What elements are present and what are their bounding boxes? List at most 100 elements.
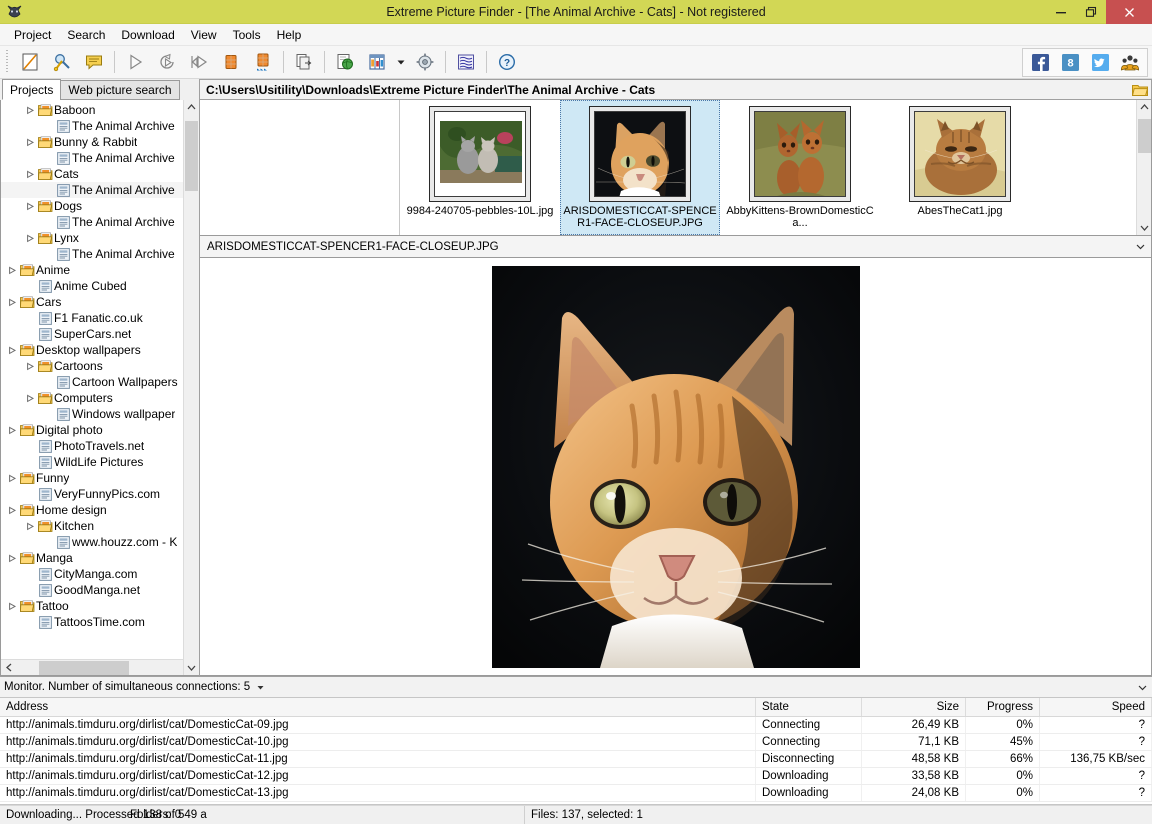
tree-hscroll-thumb[interactable] — [39, 661, 129, 675]
menu-project[interactable]: Project — [6, 25, 59, 45]
project-tree[interactable]: BaboonThe Animal ArchiveBunny & RabbitTh… — [1, 100, 198, 659]
tree-item-veryfunnypics-com[interactable]: VeryFunnyPics.com — [1, 486, 198, 502]
tree-item-computers[interactable]: Computers — [1, 390, 198, 406]
export-icon[interactable] — [288, 48, 320, 76]
menu-help[interactable]: Help — [269, 25, 310, 45]
tree-item-cars[interactable]: Cars — [1, 294, 198, 310]
tree-item-manga[interactable]: Manga — [1, 550, 198, 566]
download-row[interactable]: http://animals.timduru.org/dirlist/cat/D… — [0, 751, 1152, 768]
chevron-down-icon[interactable] — [1129, 241, 1151, 252]
tree-item-bunny-rabbit[interactable]: Bunny & Rabbit — [1, 134, 198, 150]
monitor-collapse-icon[interactable] — [1132, 682, 1152, 693]
monitor-dropdown-arrow-icon[interactable] — [250, 683, 270, 692]
download-row[interactable]: http://animals.timduru.org/dirlist/cat/D… — [0, 734, 1152, 751]
scroll-left-icon[interactable] — [1, 660, 17, 676]
tree-item-tattoo[interactable]: Tattoo — [1, 598, 198, 614]
monitor-bar[interactable]: Monitor. Number of simultaneous connecti… — [0, 676, 1152, 698]
expand-arrow-icon[interactable] — [25, 166, 36, 182]
tree-item-wildlife-pictures[interactable]: WildLife Pictures — [1, 454, 198, 470]
tree-item-phototravels-net[interactable]: PhotoTravels.net — [1, 438, 198, 454]
expand-arrow-icon[interactable] — [7, 502, 18, 518]
tree-item-citymanga-com[interactable]: CityManga.com — [1, 566, 198, 582]
tree-item-f1-fanatic-co-uk[interactable]: F1 Fanatic.co.uk — [1, 310, 198, 326]
facebook-icon[interactable] — [1025, 48, 1055, 76]
stop-download-icon[interactable] — [215, 48, 247, 76]
thumbnail-scroll-area[interactable]: 9984-240705-pebbles-10L.jpgARISDOMESTICC… — [200, 100, 1136, 235]
column-header-progress[interactable]: Progress — [966, 698, 1040, 716]
menu-search[interactable]: Search — [59, 25, 113, 45]
expand-arrow-icon[interactable] — [25, 102, 36, 118]
dropdown-arrow-icon[interactable] — [393, 48, 409, 76]
expand-arrow-icon[interactable] — [25, 390, 36, 406]
image-preview[interactable] — [200, 258, 1152, 676]
tree-item-anime[interactable]: Anime — [1, 262, 198, 278]
twitter-icon[interactable] — [1085, 48, 1115, 76]
tree-item-home-design[interactable]: Home design — [1, 502, 198, 518]
menu-view[interactable]: View — [183, 25, 225, 45]
tree-scroll-thumb[interactable] — [185, 121, 198, 191]
step-download-icon[interactable] — [183, 48, 215, 76]
restore-button[interactable] — [1076, 0, 1106, 24]
scroll-up-icon[interactable] — [184, 100, 199, 115]
expand-arrow-icon[interactable] — [7, 262, 18, 278]
tab-web-picture-search[interactable]: Web picture search — [60, 80, 179, 100]
download-row[interactable]: http://animals.timduru.org/dirlist/cat/D… — [0, 768, 1152, 785]
new-project-icon[interactable] — [14, 48, 46, 76]
tree-horizontal-scrollbar[interactable] — [1, 659, 198, 675]
browser-icon[interactable] — [329, 48, 361, 76]
expand-arrow-icon[interactable] — [7, 550, 18, 566]
tree-scroll-track[interactable] — [184, 115, 199, 660]
menu-download[interactable]: Download — [113, 25, 182, 45]
expand-arrow-icon[interactable] — [7, 294, 18, 310]
thumbnail-vertical-scrollbar[interactable] — [1136, 100, 1151, 235]
tree-item-cartoon-wallpapers[interactable]: Cartoon Wallpapers — [1, 374, 198, 390]
thumbnail-item[interactable]: ARISDOMESTICCAT-SPENCER1-FACE-CLOSEUP.JP… — [560, 100, 720, 235]
tree-item-the-animal-archive[interactable]: The Animal Archive — [1, 150, 198, 166]
queue-icon[interactable] — [450, 48, 482, 76]
expand-arrow-icon[interactable] — [7, 422, 18, 438]
column-header-speed[interactable]: Speed — [1040, 698, 1152, 716]
tree-item-dogs[interactable]: Dogs — [1, 198, 198, 214]
resume-download-icon[interactable] — [151, 48, 183, 76]
minimize-button[interactable] — [1046, 0, 1076, 24]
comment-icon[interactable] — [78, 48, 110, 76]
toolbar-grip[interactable] — [4, 50, 11, 74]
tree-item-windows-wallpaper[interactable]: Windows wallpaper — [1, 406, 198, 422]
community-icon[interactable] — [1115, 48, 1145, 76]
column-header-size[interactable]: Size — [862, 698, 966, 716]
expand-arrow-icon[interactable] — [25, 518, 36, 534]
column-header-state[interactable]: State — [756, 698, 862, 716]
thumbnail-item[interactable]: AbesTheCat1.jpg — [880, 100, 1040, 235]
thumb-scroll-track[interactable] — [1137, 115, 1152, 220]
help-icon[interactable]: ? — [491, 48, 523, 76]
thumbnail-item[interactable]: AbbyKittens-BrownDomesticCa... — [720, 100, 880, 235]
tree-item-the-animal-archive[interactable]: The Animal Archive — [1, 246, 198, 262]
tree-item-funny[interactable]: Funny — [1, 470, 198, 486]
tree-item-desktop-wallpapers[interactable]: Desktop wallpapers — [1, 342, 198, 358]
google-plus-icon[interactable]: 8 — [1055, 48, 1085, 76]
expand-arrow-icon[interactable] — [25, 198, 36, 214]
tree-item-digital-photo[interactable]: Digital photo — [1, 422, 198, 438]
tree-item-kitchen[interactable]: Kitchen — [1, 518, 198, 534]
start-download-icon[interactable] — [119, 48, 151, 76]
thumb-scroll-up-icon[interactable] — [1137, 100, 1152, 115]
search-wizard-icon[interactable] — [46, 48, 78, 76]
download-row[interactable]: http://animals.timduru.org/dirlist/cat/D… — [0, 717, 1152, 734]
tree-item-cats[interactable]: Cats — [1, 166, 198, 182]
column-header-address[interactable]: Address — [0, 698, 756, 716]
tree-item-the-animal-archive[interactable]: The Animal Archive — [1, 214, 198, 230]
grid-view-icon[interactable] — [361, 48, 393, 76]
tab-projects[interactable]: Projects — [2, 79, 61, 100]
tree-item-the-animal-archive[interactable]: The Animal Archive — [1, 118, 198, 134]
thumbnail-strip[interactable]: 9984-240705-pebbles-10L.jpgARISDOMESTICC… — [200, 100, 1152, 236]
close-button[interactable] — [1106, 0, 1152, 24]
tree-vertical-scrollbar[interactable] — [183, 100, 198, 675]
thumb-scroll-thumb[interactable] — [1138, 119, 1151, 153]
tree-item-cartoons[interactable]: Cartoons — [1, 358, 198, 374]
expand-arrow-icon[interactable] — [7, 598, 18, 614]
scroll-down-icon[interactable] — [184, 660, 199, 675]
expand-arrow-icon[interactable] — [25, 230, 36, 246]
download-row[interactable]: http://animals.timduru.org/dirlist/cat/D… — [0, 785, 1152, 802]
tree-hscroll-track[interactable] — [17, 660, 182, 676]
thumb-scroll-down-icon[interactable] — [1137, 220, 1152, 235]
